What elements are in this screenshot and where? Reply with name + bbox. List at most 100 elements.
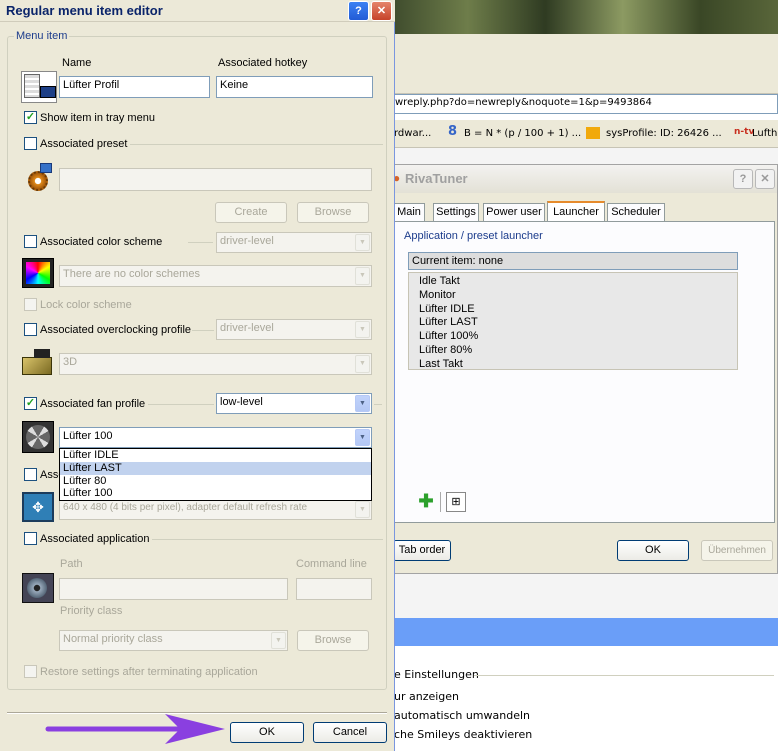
chevron-down-icon: ▼ [355,321,370,338]
list-item[interactable]: Lüfter IDLE [419,303,727,317]
list-item[interactable]: Lüfter LAST [419,316,727,330]
chevron-down-icon: ▼ [355,429,370,446]
lock-color-label: Lock color scheme [40,299,132,311]
overclocking-select: 3D ▼ [59,353,372,375]
tab-launcher[interactable]: Launcher [547,201,605,222]
help-button[interactable]: ? [348,1,369,21]
list-item[interactable]: Monitor [419,289,727,303]
tab-settings[interactable]: Settings [433,203,479,221]
chevron-down-icon: ▼ [355,501,370,518]
rivatuner-window: ● RivaTuner ? ✕ Main Settings Power user… [390,164,778,574]
priority-label: Priority class [60,605,123,617]
application-checkbox[interactable] [24,532,37,545]
dropdown-option[interactable]: Lüfter IDLE [63,449,371,462]
browse-button: Browse [297,202,369,223]
fan-profile-dropdown[interactable]: Lüfter IDLE Lüfter LAST Lüfter 80 Lüfter… [59,448,372,501]
create-button: Create [215,202,287,223]
riva-ok-button[interactable]: OK [617,540,689,561]
fan-icon [22,421,54,453]
editor-window: Regular menu item editor ? ✕ Menu item N… [0,0,395,751]
toolbar-separator [440,492,441,512]
forum-settings-label: e Einstellungen [394,668,479,681]
path-field [59,578,288,600]
dropdown-option-selected[interactable]: Lüfter LAST [60,461,371,475]
chevron-down-icon: ▼ [355,234,370,251]
restore-label: Restore settings after terminating appli… [40,666,258,678]
color-scheme-label: Associated color scheme [40,236,163,248]
priority-select: Normal priority class ▼ [59,630,288,651]
overclocking-level-select: driver-level ▼ [216,319,372,340]
editor-titlebar: Regular menu item editor ? ✕ [0,0,395,22]
close-button[interactable]: ✕ [755,169,775,189]
chevron-down-icon: ▼ [355,395,370,412]
dropdown-option[interactable]: Lüfter 100 [63,487,371,500]
path-label: Path [60,558,83,570]
rivatuner-titlebar: ● RivaTuner ? ✕ [391,165,777,193]
preset-field [59,168,372,191]
dropdown-option[interactable]: Lüfter 80 [63,475,371,488]
apply-button: Übernehmen [701,540,773,561]
editor-title: Regular menu item editor [6,3,163,18]
overclocking-checkbox[interactable] [24,323,37,336]
annotation-arrow [45,714,225,744]
forum-option[interactable]: che Smileys deaktivieren [394,728,532,741]
preset-checkbox[interactable] [24,137,37,150]
chevron-down-icon: ▼ [355,267,370,285]
restore-checkbox [24,665,37,678]
tab-power-user[interactable]: Power user [483,203,545,221]
fan-level-select[interactable]: low-level ▼ [216,393,372,414]
color-scheme-checkbox[interactable] [24,235,37,248]
video-mode-checkbox[interactable] [24,468,37,481]
browser-chrome [390,34,778,94]
tab-scheduler[interactable]: Scheduler [607,203,665,221]
bookmark-link[interactable]: sysProfile: ID: 26426 ... [606,128,722,139]
name-field[interactable]: Lüfter Profil [59,76,210,98]
bookmark-link[interactable]: rdwar... [394,128,431,139]
application-label: Associated application [40,533,150,545]
list-item[interactable]: Lüfter 80% [419,344,727,358]
help-button[interactable]: ? [733,169,753,189]
list-item[interactable]: Last Takt [419,358,727,372]
rivatuner-tabs: Main Settings Power user Launcher Schedu… [391,201,777,222]
fan-profile-label: Associated fan profile [40,398,146,410]
show-tray-label: Show item in tray menu [40,112,155,124]
lock-color-checkbox [24,298,37,311]
command-line-field [296,578,372,600]
menu-item-icon [21,71,57,103]
color-scheme-select: There are no color schemes ▼ [59,265,372,287]
list-item[interactable]: Idle Takt [419,275,727,289]
bookmarks-bar: rdwar... 8 B = N * (p / 100 + 1) ... sys… [390,120,778,148]
current-item-field: Current item: none [408,252,738,270]
launcher-panel: Application / preset launcher Current it… [393,221,775,523]
ok-button[interactable]: OK [230,722,304,743]
launcher-group-label: Application / preset launcher [402,230,545,242]
preset-label: Associated preset [40,138,128,150]
show-tray-checkbox[interactable]: ✓ [24,111,37,124]
cancel-button[interactable]: Cancel [313,722,387,743]
bookmark-favicon-icon [586,127,600,139]
hotkey-field[interactable]: Keine [216,76,373,98]
tab-main[interactable]: Main [393,203,425,221]
forum-option[interactable]: ur anzeigen [394,690,459,703]
forum-option[interactable]: automatisch umwandeln [394,709,530,722]
bookmark-link[interactable]: B = N * (p / 100 + 1) ... [464,128,581,139]
close-button[interactable]: ✕ [371,1,392,21]
launcher-list[interactable]: Idle Takt Monitor Lüfter IDLE Lüfter LAS… [408,272,738,370]
tab-order-button[interactable]: Tab order [393,540,451,561]
tree-view-icon[interactable]: ⊞ [446,492,466,512]
chevron-down-icon: ▼ [271,632,286,649]
preset-icon [22,163,54,195]
color-scheme-level-select: driver-level ▼ [216,232,372,253]
hotkey-label: Associated hotkey [218,57,308,69]
address-bar[interactable]: wreply.php?do=newreply&noquote=1&p=94938… [390,94,778,114]
overclocking-label: Associated overclocking profile [40,324,192,336]
menu-item-group-label: Menu item [14,30,70,42]
fan-profile-checkbox[interactable]: ✓ [24,397,37,410]
add-item-icon[interactable]: ✚ [416,492,436,512]
list-item[interactable]: Lüfter 100% [419,330,727,344]
background-trees [390,0,778,34]
bookmark-link[interactable]: Lufthar [752,128,778,139]
video-mode-select: 640 x 480 (4 bits per pixel), adapter de… [59,499,372,520]
fan-profile-select[interactable]: Lüfter 100 ▼ [59,427,372,448]
app-browse-button: Browse [297,630,369,651]
